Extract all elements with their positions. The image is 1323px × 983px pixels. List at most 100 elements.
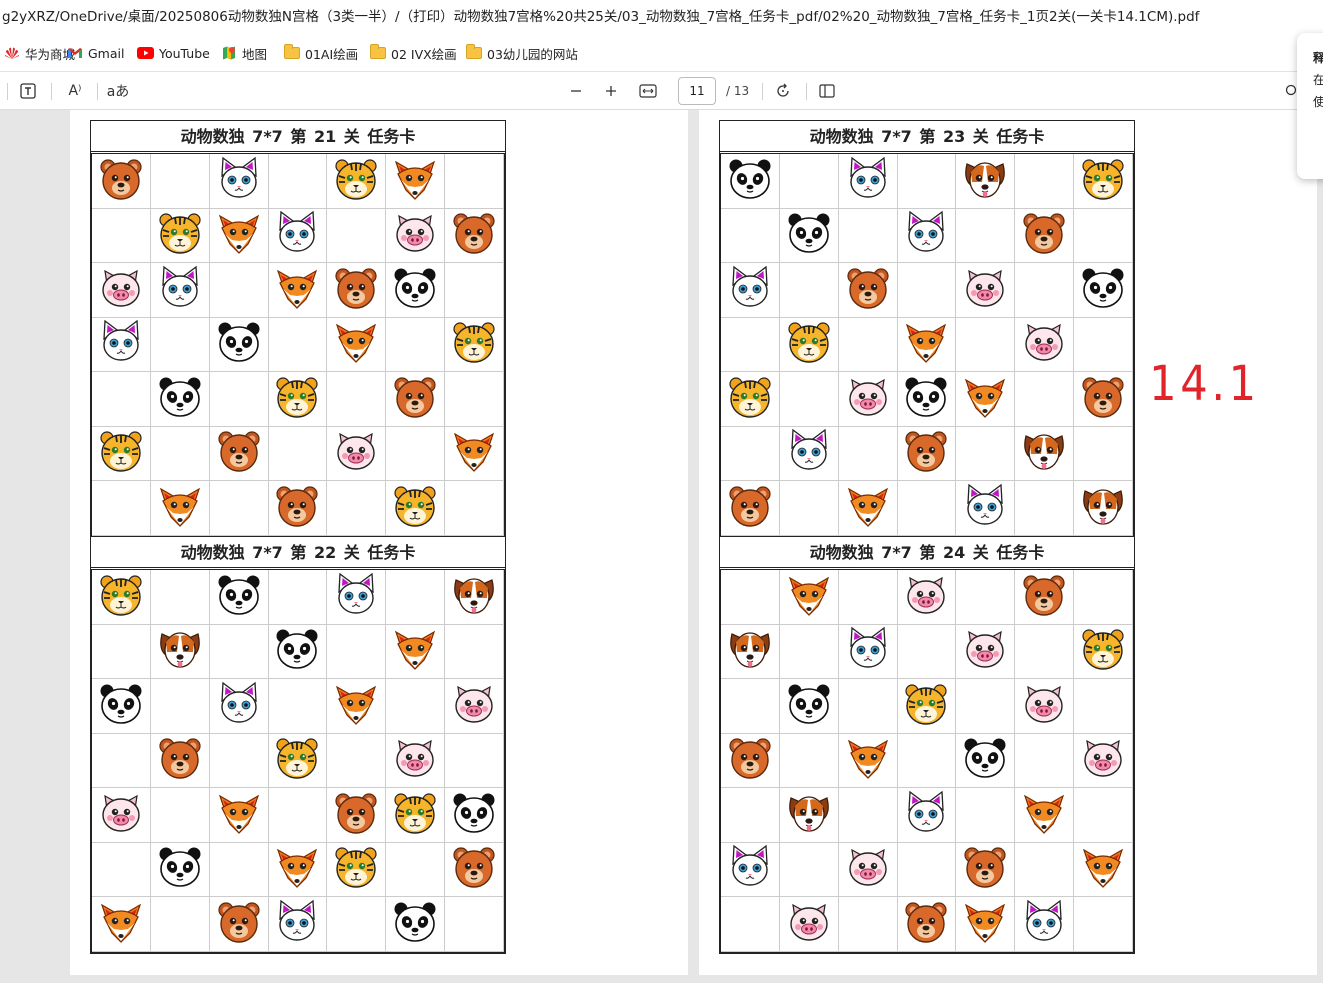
grid-cell-pig <box>779 897 839 952</box>
panda-icon <box>214 570 264 624</box>
panda-icon <box>725 154 775 208</box>
tiger-icon <box>155 208 205 262</box>
grid-cell-empty <box>327 481 387 536</box>
fox-icon <box>390 624 440 678</box>
grid-cell-fox <box>838 481 898 536</box>
grid-cell-dog <box>150 624 210 679</box>
side-panel-text: 使 <box>1313 95 1323 109</box>
grid-cell-bear <box>386 372 446 427</box>
page-number-input[interactable]: 11 <box>678 77 716 105</box>
page-total: / 13 <box>726 84 750 98</box>
pig-icon <box>901 570 951 624</box>
task-card-22: 动物数独 7*7 第 22 关 任务卡 <box>90 536 506 954</box>
sudoku-grid <box>720 569 1134 953</box>
zoom-out-icon[interactable] <box>566 72 586 110</box>
address-bar[interactable]: g2yXRZ/OneDrive/桌面/20250806动物数独N宫格（3类一半）… <box>0 0 1323 34</box>
grid-cell-empty <box>1074 897 1133 952</box>
grid-cell-empty <box>92 842 151 897</box>
grid-cell-bear <box>897 897 957 952</box>
grid-cell-empty <box>721 679 780 734</box>
grid-cell-empty <box>150 679 210 734</box>
grid-cell-panda <box>779 679 839 734</box>
grid-cell-empty <box>445 733 504 788</box>
fox-icon <box>390 154 440 208</box>
grid-cell-empty <box>268 317 328 372</box>
grid-cell-empty <box>721 426 780 481</box>
grid-cell-pig <box>956 624 1016 679</box>
page-view-icon[interactable] <box>817 72 837 110</box>
bookmark-youtube[interactable]: YouTube <box>137 34 210 72</box>
grid-cell-empty <box>150 788 210 843</box>
panda-icon <box>272 624 322 678</box>
grid-cell-empty <box>445 624 504 679</box>
grid-cell-empty <box>150 570 210 625</box>
grid-cell-cat <box>268 897 328 952</box>
tiger-icon <box>331 154 381 208</box>
grid-cell-pig <box>838 842 898 897</box>
bookmark-folder-03kindergarten[interactable]: 03幼儿园的网站 <box>466 34 578 72</box>
tiger-icon <box>96 570 146 624</box>
pig-icon <box>1019 679 1069 733</box>
grid-cell-empty <box>209 842 269 897</box>
panda-icon <box>1078 263 1128 317</box>
grid-cell-empty <box>209 372 269 427</box>
grid-cell-tiger <box>268 372 328 427</box>
grid-cell-pig <box>1015 317 1075 372</box>
huawei-icon <box>4 46 20 60</box>
grid-cell-pig <box>1015 679 1075 734</box>
cat-icon <box>725 263 775 317</box>
fox-icon <box>272 842 322 896</box>
grid-cell-panda <box>150 842 210 897</box>
dog-icon <box>1078 481 1128 535</box>
zoom-in-icon[interactable] <box>601 72 621 110</box>
grid-cell-fox <box>327 679 387 734</box>
grid-cell-tiger <box>327 154 387 209</box>
handwritten-note: 14.1 <box>1149 356 1260 412</box>
grid-cell-fox <box>956 897 1016 952</box>
side-panel-text: 释 <box>1313 51 1323 65</box>
grid-cell-empty <box>721 317 780 372</box>
fox-icon <box>331 317 381 371</box>
read-aloud-icon[interactable]: A⁾ <box>64 72 86 110</box>
grid-cell-tiger <box>897 679 957 734</box>
grid-cell-panda <box>209 570 269 625</box>
grid-cell-bear <box>838 263 898 318</box>
grid-cell-fox <box>268 842 328 897</box>
panda-icon <box>155 372 205 426</box>
grid-cell-bear <box>445 208 504 263</box>
fit-width-icon[interactable] <box>637 72 659 110</box>
bookmark-folder-02ivx[interactable]: 02 IVX绘画 <box>370 34 457 72</box>
cat-icon <box>331 570 381 624</box>
side-popup-panel[interactable]: 释 在 使 <box>1297 33 1323 179</box>
maps-icon <box>221 45 237 61</box>
grid-cell-empty <box>838 679 898 734</box>
task-card-23: 动物数独 7*7 第 23 关 任务卡 <box>719 120 1135 538</box>
rotate-icon[interactable] <box>773 72 793 110</box>
grid-cell-bear <box>1074 372 1133 427</box>
panda-icon <box>784 208 834 262</box>
grid-cell-tiger <box>721 372 780 427</box>
translate-icon[interactable]: aあ <box>106 72 130 110</box>
bookmark-maps[interactable]: 地图 <box>221 34 267 72</box>
grid-cell-cat <box>209 154 269 209</box>
grid-cell-empty <box>838 788 898 843</box>
dog-icon <box>725 624 775 678</box>
bookmark-huawei[interactable]: 华为商城 <box>4 34 75 72</box>
grid-cell-fox <box>386 154 446 209</box>
folder-icon <box>466 44 482 59</box>
cat-icon <box>901 788 951 842</box>
grid-cell-empty <box>327 208 387 263</box>
bear-icon <box>214 897 264 951</box>
cat-icon <box>843 624 893 678</box>
pig-icon <box>960 624 1010 678</box>
youtube-icon <box>137 47 154 59</box>
text-box-icon[interactable] <box>18 72 38 110</box>
bookmark-gmail[interactable]: Gmail <box>67 34 124 72</box>
fox-icon <box>784 570 834 624</box>
grid-cell-bear <box>721 733 780 788</box>
bookmark-folder-01ai[interactable]: 01AI绘画 <box>284 34 358 72</box>
bookmark-label: 01AI绘画 <box>305 46 359 62</box>
pig-icon <box>96 263 146 317</box>
grid-cell-fox <box>956 372 1016 427</box>
tiger-icon <box>901 679 951 733</box>
